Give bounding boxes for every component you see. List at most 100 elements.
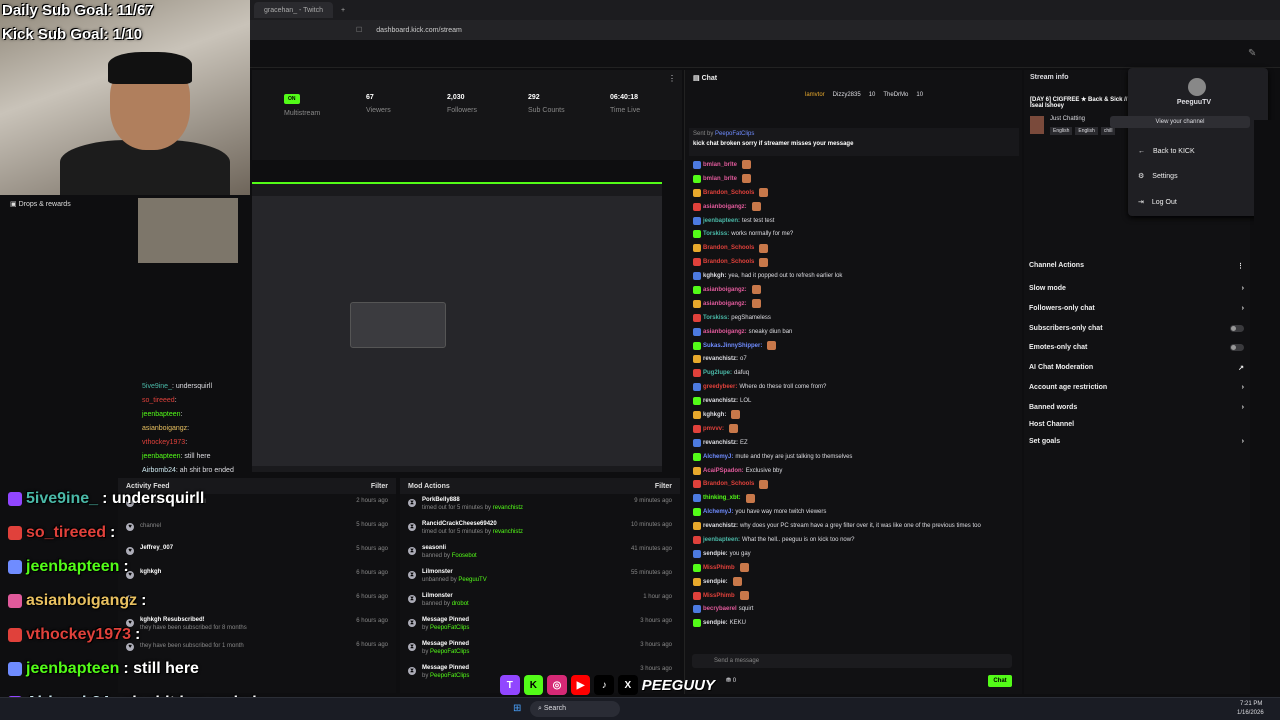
chat-send-button[interactable]: Chat: [988, 675, 1012, 687]
chat-username[interactable]: Brandon_Schools: [703, 259, 754, 265]
chat-input[interactable]: Send a message: [692, 654, 1012, 668]
activity-item[interactable]: ♥ channel 5 hours ago: [118, 518, 396, 542]
chat-message[interactable]: thinking_xbt:: [685, 491, 1023, 505]
chat-username[interactable]: Brandon_Schools: [703, 481, 754, 487]
chat-message[interactable]: jeenbapteen: What the hell.. peeguu is on…: [685, 533, 1023, 547]
chat-username[interactable]: bmlan_brlte: [703, 162, 737, 168]
mod-action-item[interactable]: ⧗ RancidCrackCheese69420 timed out for 5 m…: [400, 518, 680, 542]
more-icon[interactable]: ⋮: [1237, 262, 1244, 270]
chat-username[interactable]: Sukas.JinnyShipper:: [703, 343, 762, 349]
chat-message[interactable]: Brandon_Schools: [685, 241, 1023, 255]
chat-username[interactable]: asianboigangz:: [703, 204, 747, 210]
chat-message[interactable]: asianboigangz: sneaky diun ban: [685, 325, 1023, 339]
chat-username[interactable]: AlchemyJ:: [703, 509, 733, 515]
mod-actions-filter-button[interactable]: Filter: [655, 483, 672, 490]
mod-action-item[interactable]: ⧗ seasonli banned by Foosebot 41 minutes ag…: [400, 542, 680, 566]
more-icon[interactable]: ⋮: [668, 74, 676, 83]
action-banned-words[interactable]: Banned words ›: [1029, 404, 1244, 411]
toggle-switch[interactable]: [1230, 344, 1244, 351]
chat-username[interactable]: AlchemyJ:: [703, 454, 733, 460]
chat-message[interactable]: MissPhimb: [685, 589, 1023, 603]
chat-message[interactable]: Pug2lupe: dafuq: [685, 366, 1023, 380]
chat-username[interactable]: jeenbapteen:: [703, 218, 740, 224]
mod-action-item[interactable]: ⧗ Lilmonster unbanned by PeeguuTV 55 minute…: [400, 566, 680, 590]
chat-username[interactable]: asianboigangz:: [703, 287, 747, 293]
chat-username[interactable]: Brandon_Schools: [703, 245, 754, 251]
chat-message[interactable]: sendpie: you gay: [685, 547, 1023, 561]
chat-message[interactable]: jeenbapteen: test test test: [685, 214, 1023, 228]
chat-username[interactable]: revanchistz:: [703, 523, 738, 529]
chat-username[interactable]: Brandon_Schools: [703, 190, 754, 196]
chat-username[interactable]: sendpie:: [703, 551, 728, 557]
chat-message[interactable]: kghkgh:: [685, 408, 1023, 422]
tag[interactable]: English: [1050, 127, 1073, 135]
chat-username[interactable]: sendpie:: [703, 620, 728, 626]
activity-item[interactable]: ♥ Jeffrey_007 5 hours ago: [118, 542, 396, 566]
settings-item[interactable]: ⚙ Settings: [1138, 172, 1178, 181]
chat-username[interactable]: sendpie:: [703, 579, 728, 585]
bookmark-icon[interactable]: ☐: [356, 26, 362, 34]
chat-username[interactable]: jeenbapteen:: [703, 537, 740, 543]
action-ai-moderation[interactable]: AI Chat Moderation ↗: [1029, 364, 1244, 372]
chat-message[interactable]: Sukas.JinnyShipper:: [685, 339, 1023, 353]
chat-username[interactable]: AcaiPSpadon:: [703, 468, 744, 474]
chat-username[interactable]: kghkgh:: [703, 273, 726, 279]
chat-username[interactable]: greedybeer:: [703, 384, 737, 390]
chat-message[interactable]: asianboigangz:: [685, 283, 1023, 297]
multistream-stat[interactable]: ON Multistream: [284, 94, 320, 117]
new-tab-icon[interactable]: +: [341, 7, 345, 14]
chat-username[interactable]: becrybaerel: [703, 606, 737, 612]
chat-message[interactable]: sendpie: KEKU: [685, 616, 1023, 630]
url-field[interactable]: dashboard.kick.com/stream: [376, 27, 462, 34]
chat-message[interactable]: revanchistz: why does your PC stream have…: [685, 519, 1023, 533]
chat-username[interactable]: Torskiss:: [703, 231, 729, 237]
chat-username[interactable]: bmlan_brlte: [703, 176, 737, 182]
tag[interactable]: English: [1075, 127, 1098, 135]
chat-username[interactable]: thinking_xbt:: [703, 495, 741, 501]
activity-filter-button[interactable]: Filter: [371, 483, 388, 490]
chat-message[interactable]: revanchistz: o7: [685, 352, 1023, 366]
chat-message[interactable]: asianboigangz:: [685, 200, 1023, 214]
back-to-kick-item[interactable]: ← Back to KICK: [1138, 148, 1195, 155]
action-set-goals[interactable]: Set goals ›: [1029, 438, 1244, 445]
chat-username[interactable]: revanchistz:: [703, 356, 738, 362]
chat-message[interactable]: becrybaerel squirt: [685, 603, 1023, 617]
chat-message[interactable]: Brandon_Schools: [685, 186, 1023, 200]
chat-message[interactable]: MissPhimb: [685, 561, 1023, 575]
chat-message[interactable]: Torskiss: works normally for me?: [685, 227, 1023, 241]
chat-message[interactable]: Brandon_Schools: [685, 255, 1023, 269]
chat-message[interactable]: AlchemyJ: you have way more twitch viewer…: [685, 505, 1023, 519]
windows-start-icon[interactable]: ⊞: [513, 703, 521, 714]
mod-action-item[interactable]: ⧗ Message Pinned by PeepoFatClips 3 hours a…: [400, 638, 680, 662]
toggle-switch[interactable]: [1230, 325, 1244, 332]
chat-message[interactable]: bmlan_brlte: [685, 172, 1023, 186]
action-account-age[interactable]: Account age restriction ›: [1029, 384, 1244, 391]
chat-username[interactable]: kghkgh:: [703, 412, 726, 418]
chat-username[interactable]: Torskiss:: [703, 315, 729, 321]
activity-item[interactable]: ♥ kghkgh 6 hours ago: [118, 566, 396, 590]
chat-message[interactable]: Brandon_Schools: [685, 477, 1023, 491]
chat-username[interactable]: revanchistz:: [703, 398, 738, 404]
mod-action-item[interactable]: ⧗ PorkBelly888 timed out for 5 minutes by …: [400, 494, 680, 518]
action-emotes-only[interactable]: Emotes-only chat: [1029, 344, 1244, 351]
chat-username[interactable]: asianboigangz:: [703, 301, 747, 307]
browser-tab[interactable]: gracehan_ - Twitch: [254, 2, 334, 18]
chat-message[interactable]: Torskiss: pegShameless: [685, 311, 1023, 325]
chat-message[interactable]: pmvvv:: [685, 422, 1023, 436]
mod-action-item[interactable]: ⧗ Lilmonster banned by drobot 1 hour ago: [400, 590, 680, 614]
chat-message[interactable]: AcaiPSpadon: Exclusive bby: [685, 464, 1023, 478]
tag[interactable]: chill: [1100, 127, 1116, 135]
chat-message[interactable]: kghkgh: yea, had it popped out to refresh…: [685, 269, 1023, 283]
chat-message[interactable]: revanchistz: LOL: [685, 394, 1023, 408]
chat-message[interactable]: sendpie:: [685, 575, 1023, 589]
mod-action-item[interactable]: ⧗ Message Pinned by PeepoFatClips 3 hours a…: [400, 614, 680, 638]
chat-message[interactable]: bmlan_brlte: [685, 158, 1023, 172]
logout-item[interactable]: ⇥ Log Out: [1138, 198, 1177, 207]
action-followers-only[interactable]: Followers-only chat ›: [1029, 305, 1244, 312]
chat-username[interactable]: MissPhimb: [703, 565, 735, 571]
view-channel-button[interactable]: View your channel: [1110, 116, 1250, 128]
activity-item[interactable]: ♥ 6 hours ago: [118, 590, 396, 614]
chat-message[interactable]: revanchistz: EZ: [685, 436, 1023, 450]
chat-username[interactable]: revanchistz:: [703, 440, 738, 446]
action-host-channel[interactable]: Host Channel: [1029, 421, 1244, 428]
